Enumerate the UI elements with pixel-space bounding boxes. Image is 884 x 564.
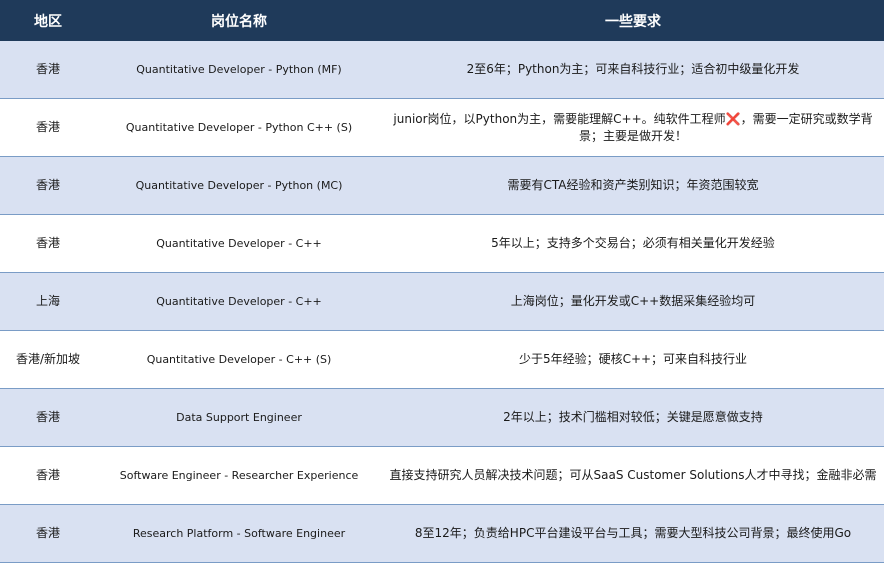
row-title: Quantitative Developer - Python (MF) [136, 63, 342, 76]
table-row: 香港 Quantitative Developer - C++ 5年以上；支持多… [0, 215, 884, 273]
row-requirements: 少于5年经验；硬核C++；可来自科技行业 [518, 352, 748, 366]
table-row: 香港 Software Engineer - Researcher Experi… [0, 447, 884, 505]
table-row: 香港/新加坡 Quantitative Developer - C++ (S) … [0, 331, 884, 389]
row-region: 上海 [35, 294, 60, 308]
row-region: 香港 [35, 410, 60, 424]
row-region: 香港 [35, 526, 60, 540]
row-region: 香港 [35, 62, 60, 76]
row-requirements: 需要有CTA经验和资产类别知识；年资范围较宽 [507, 178, 759, 192]
table-header: 地区 岗位名称 一些要求 [0, 0, 884, 41]
row-title: Quantitative Developer - Python C++ (S) [125, 121, 353, 134]
row-title: Quantitative Developer - C++ [156, 295, 322, 308]
table-row: 香港 Research Platform - Software Engineer… [0, 505, 884, 563]
row-region: 香港/新加坡 [15, 352, 81, 366]
header-requirements: 一些要求 [605, 13, 661, 30]
row-region: 香港 [35, 236, 60, 250]
row-requirements: 2年以上；技术门槛相对较低；关键是愿意做支持 [503, 410, 763, 424]
table-row: 香港 Quantitative Developer - Python (MF) … [0, 41, 884, 99]
table-row: 香港 Data Support Engineer 2年以上；技术门槛相对较低；关… [0, 389, 884, 447]
row-title: Quantitative Developer - C++ (S) [146, 353, 332, 366]
row-region: 香港 [35, 120, 60, 134]
row-requirements: 直接支持研究人员解决技术问题；可从SaaS Customer Solutions… [389, 468, 877, 482]
row-region: 香港 [35, 178, 60, 192]
row-requirements: 8至12年；负责给HPC平台建设平台与工具；需要大型科技公司背景；最终使用Go [414, 526, 852, 540]
header-title: 岗位名称 [211, 13, 267, 30]
header-region: 地区 [34, 13, 62, 30]
table-row: 香港 Quantitative Developer - Python (MC) … [0, 157, 884, 215]
row-title: Data Support Engineer [176, 411, 302, 424]
jobs-table: 地区 岗位名称 一些要求 香港 Quantitative Developer -… [0, 0, 884, 563]
row-title: Software Engineer - Researcher Experienc… [119, 469, 359, 482]
row-requirements: 上海岗位；量化开发或C++数据采集经验均可 [510, 294, 756, 308]
row-requirements: junior岗位，以Python为主，需要能理解C++。纯软件工程师❌，需要一定… [393, 111, 873, 143]
row-title: Research Platform - Software Engineer [132, 527, 346, 540]
table-row: 上海 Quantitative Developer - C++ 上海岗位；量化开… [0, 273, 884, 331]
row-title: Quantitative Developer - C++ [156, 237, 322, 250]
row-requirements: 2至6年；Python为主；可来自科技行业；适合初中级量化开发 [466, 62, 800, 76]
table-row: 香港 Quantitative Developer - Python C++ (… [0, 99, 884, 157]
row-title: Quantitative Developer - Python (MC) [135, 179, 343, 192]
row-requirements: 5年以上；支持多个交易台；必须有相关量化开发经验 [491, 236, 775, 250]
row-region: 香港 [35, 468, 60, 482]
